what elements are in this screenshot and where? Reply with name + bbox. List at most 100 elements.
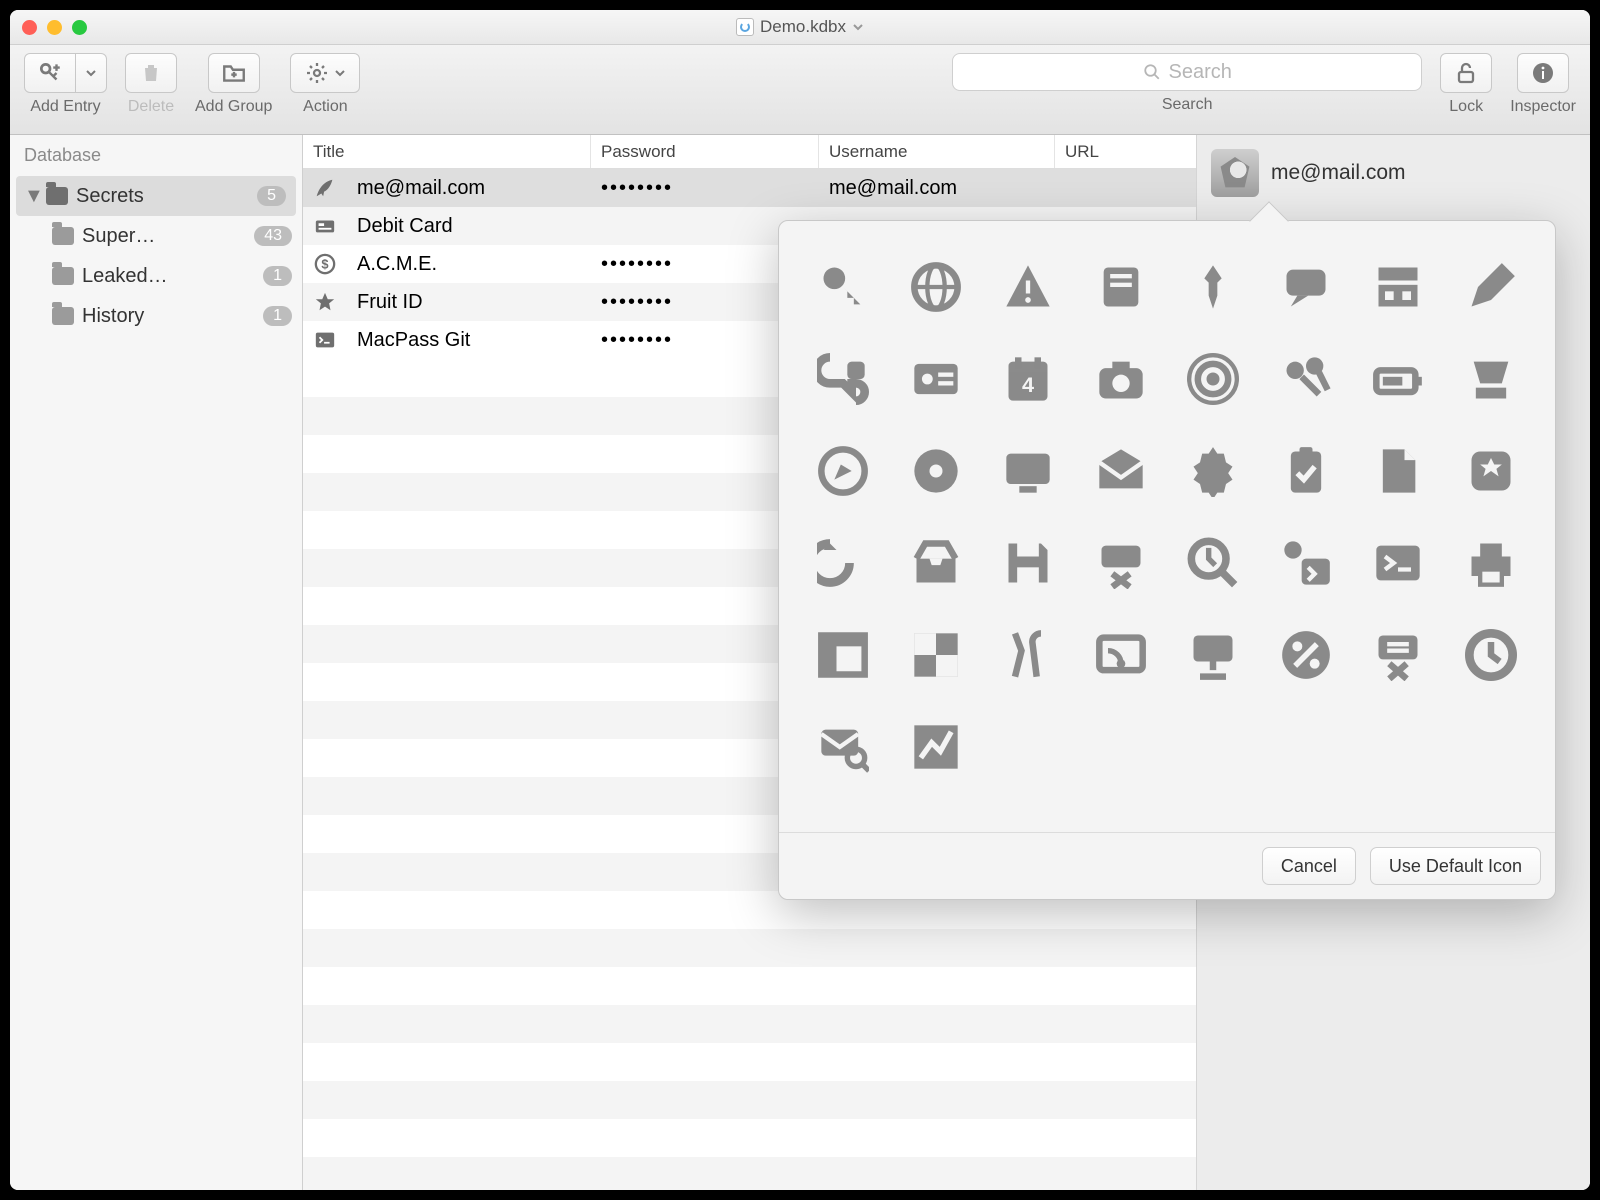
use-default-icon-button[interactable]: Use Default Icon [1370,847,1541,885]
icon-option-battery[interactable] [1372,353,1424,410]
column-password[interactable]: Password [591,135,819,168]
icon-option-monitor-stand[interactable] [1187,629,1239,686]
icon-option-mail-search[interactable] [817,721,869,778]
save-icon [1002,537,1054,589]
idcard-icon [910,353,962,405]
icon-option-document[interactable] [1372,445,1424,502]
icon-option-keys[interactable] [1280,353,1332,410]
icon-option-chat[interactable] [1280,261,1332,318]
icon-option-inbox[interactable] [910,537,962,594]
plug-icon [817,353,869,405]
add-group-button[interactable] [208,53,260,93]
count-badge: 1 [263,306,292,326]
terminal-icon [1372,537,1424,589]
disc-icon [910,445,962,497]
add-entry-button[interactable] [24,53,76,93]
icon-option-scanner[interactable] [1465,353,1517,410]
column-headers: Title Password Username URL [303,135,1196,169]
swap-icon [817,537,869,589]
minimize-window-button[interactable] [47,20,62,35]
toolbar: Add Entry Delete Add Group Action [10,45,1590,135]
inspector-button[interactable] [1517,53,1569,93]
icon-option-key[interactable] [817,261,869,318]
icon-grid [779,221,1555,801]
apartment-icon [1372,261,1424,313]
lock-button[interactable] [1440,53,1492,93]
icon-option-apartment[interactable] [1372,261,1424,318]
icon-option-pin[interactable] [1187,261,1239,318]
icon-option-broadcast[interactable] [1187,353,1239,410]
cancel-button[interactable]: Cancel [1262,847,1356,885]
icon-option-swap[interactable] [817,537,869,594]
mail-icon [1095,445,1147,497]
column-url[interactable]: URL [1055,135,1196,168]
icon-option-mail[interactable] [1095,445,1147,502]
sidebar-item-leaked[interactable]: Leaked… 1 [10,256,302,296]
lock-label: Lock [1449,98,1483,116]
zoom-window-button[interactable] [72,20,87,35]
icon-option-layout[interactable] [817,629,869,686]
entry-title: Fruit ID [347,291,591,314]
column-username[interactable]: Username [819,135,1055,168]
action-label: Action [303,98,347,116]
search-icon [1143,63,1161,81]
icon-option-printer[interactable] [1465,537,1517,594]
icon-option-globe[interactable] [910,261,962,318]
sidebar-item-secrets[interactable]: ▼ Secrets 5 [16,176,296,216]
icon-option-drive-x[interactable] [1095,537,1147,594]
search-input[interactable]: Search [952,53,1422,91]
printer-icon [1465,537,1517,589]
keys-icon [1280,353,1332,405]
icon-option-key-terminal[interactable] [1280,537,1332,594]
table-row[interactable]: me@mail.com••••••••me@mail.com [303,169,1196,207]
icon-option-disc[interactable] [910,445,962,502]
column-title[interactable]: Title [303,135,591,168]
broadcast-icon [1187,353,1239,405]
icon-option-plug[interactable] [817,353,869,410]
entry-icon-button[interactable] [1211,149,1259,197]
icon-option-terminal[interactable] [1372,537,1424,594]
icon-option-idcard[interactable] [910,353,962,410]
icon-option-server[interactable] [1095,261,1147,318]
icon-option-gear[interactable] [1187,445,1239,502]
clock-icon [1465,629,1517,681]
icon-option-warning[interactable] [1002,261,1054,318]
chevron-down-icon [852,21,864,33]
icon-option-chart[interactable] [910,721,962,778]
search-label: Search [1162,96,1213,114]
icon-option-pencil[interactable] [1465,261,1517,318]
monitor-stand-icon [1187,629,1239,681]
entry-title: A.C.M.E. [347,253,591,276]
icon-option-calendar[interactable] [1002,353,1054,410]
add-entry-label: Add Entry [30,98,100,116]
terminal-icon [314,329,336,351]
icon-option-percent[interactable] [1280,629,1332,686]
icon-option-camera[interactable] [1095,353,1147,410]
disclosure-triangle-icon[interactable]: ▼ [24,185,38,208]
icon-option-app-star[interactable] [1465,445,1517,502]
delete-button[interactable] [125,53,177,93]
icon-option-compass[interactable] [817,445,869,502]
icon-option-clock[interactable] [1465,629,1517,686]
dollar-icon [314,253,336,275]
close-window-button[interactable] [22,20,37,35]
icon-option-tools[interactable] [1002,629,1054,686]
gear-icon [305,61,329,85]
icon-option-clock-search[interactable] [1187,537,1239,594]
icon-option-contrast[interactable] [910,629,962,686]
sidebar-item-history[interactable]: History 1 [10,296,302,336]
add-entry-menu-button[interactable] [76,53,107,93]
server-icon [1095,261,1147,313]
icon-option-clipboard[interactable] [1280,445,1332,502]
action-button[interactable] [290,53,360,93]
icon-option-drive-fail[interactable] [1372,629,1424,686]
key-icon [817,261,869,313]
icon-option-save[interactable] [1002,537,1054,594]
tools-icon [1002,629,1054,681]
icon-option-monitor[interactable] [1002,445,1054,502]
drive-x-icon [1095,537,1147,589]
sidebar-item-super[interactable]: Super… 43 [10,216,302,256]
icon-option-dashboard[interactable] [1095,629,1147,686]
idcard-icon [314,215,336,237]
entry-title: MacPass Git [347,329,591,352]
